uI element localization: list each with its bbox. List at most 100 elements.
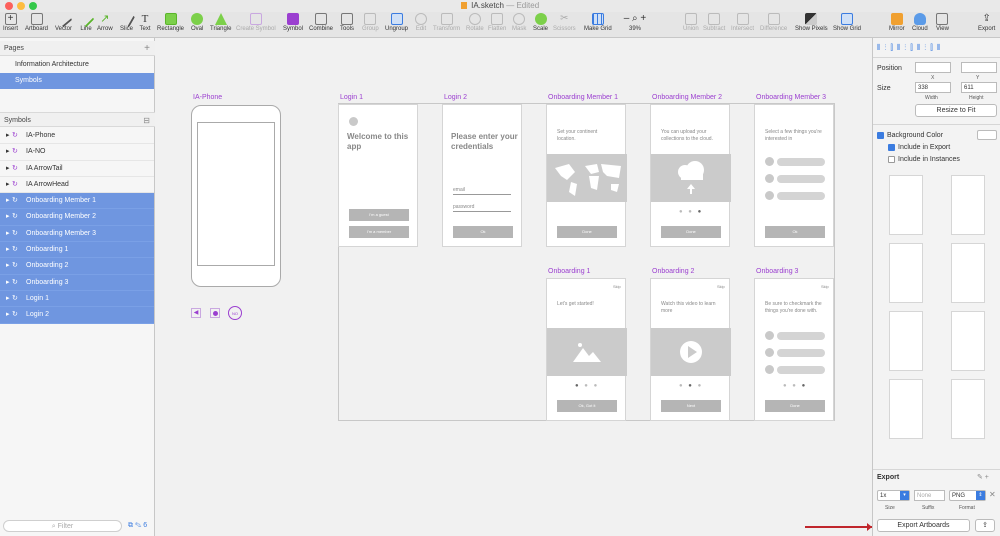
- collapse-icon[interactable]: ⊟: [143, 113, 150, 128]
- artboard-onboarding-member-2[interactable]: You can upload your collections to the c…: [650, 104, 731, 247]
- artboard-label-onboarding-member-2[interactable]: Onboarding Member 2: [652, 94, 722, 101]
- export-options[interactable]: ✎ +: [977, 473, 989, 481]
- artboard-label-onboarding-2[interactable]: Onboarding 2: [652, 268, 694, 275]
- arrow-button[interactable]: ↗ Arrow: [97, 13, 113, 32]
- rotate-button[interactable]: Rotate: [466, 13, 484, 32]
- email-field[interactable]: email: [453, 187, 511, 195]
- ungroup-button[interactable]: Ungroup: [385, 13, 408, 32]
- scale-button[interactable]: Scale: [533, 13, 548, 32]
- scale-select[interactable]: 1x ▾: [877, 490, 910, 501]
- suffix-field[interactable]: None: [914, 490, 945, 501]
- transform-button[interactable]: Transform: [433, 13, 460, 32]
- artboard-button[interactable]: Artboard: [25, 13, 48, 32]
- mask-button[interactable]: Mask: [512, 13, 526, 32]
- om1-done-button[interactable]: Done: [557, 226, 617, 238]
- scissors-button[interactable]: ✂ Scissors: [553, 13, 576, 32]
- symbol-item[interactable]: ▸ ↻ Onboarding Member 3: [0, 225, 154, 243]
- create-symbol-button[interactable]: Create Symbol: [236, 13, 276, 32]
- check-circle[interactable]: [765, 348, 774, 357]
- artboard-label-login-1[interactable]: Login 1: [340, 94, 363, 101]
- phone-symbol[interactable]: [191, 105, 281, 287]
- ob3-done-button[interactable]: Done: [765, 400, 825, 412]
- symbol-item[interactable]: ▸ ↻ IA ArrowHead: [0, 177, 154, 194]
- artboard-thumbnail[interactable]: [951, 311, 985, 371]
- background-color-checkbox[interactable]: [877, 132, 884, 139]
- show-grid-button[interactable]: Show Grid: [833, 13, 861, 32]
- height-field[interactable]: 611: [961, 82, 997, 93]
- ob1-got-it-button[interactable]: Ok, Got it: [557, 400, 617, 412]
- skip-link[interactable]: Skip: [613, 283, 621, 290]
- password-field[interactable]: password: [453, 204, 511, 212]
- artboard-onboarding-3[interactable]: Skip Be sure to checkmark the things you…: [754, 278, 834, 421]
- make-grid-button[interactable]: Make Grid: [584, 13, 612, 32]
- x-field[interactable]: [915, 62, 951, 73]
- check-circle[interactable]: [765, 331, 774, 340]
- show-pixels-button[interactable]: Show Pixels: [795, 13, 828, 32]
- include-instances-checkbox[interactable]: [888, 156, 895, 163]
- intersect-button[interactable]: Intersect: [731, 13, 754, 32]
- triangle-button[interactable]: Triangle: [210, 13, 231, 32]
- export-button[interactable]: ⇪ Export: [978, 13, 995, 32]
- difference-button[interactable]: Difference: [760, 13, 787, 32]
- artboard-label-login-2[interactable]: Login 2: [444, 94, 467, 101]
- skip-link[interactable]: Skip: [821, 283, 829, 290]
- ok-button[interactable]: Ok: [453, 226, 513, 238]
- ob2-next-button[interactable]: Next: [661, 400, 721, 412]
- mirror-button[interactable]: Mirror: [889, 13, 905, 32]
- artboard-onboarding-1[interactable]: Skip Let's get started! ● ● ● Ok, Got it: [546, 278, 627, 421]
- cloud-button[interactable]: Cloud: [912, 13, 928, 32]
- page-item-information-architecture[interactable]: Information Architecture: [0, 57, 154, 73]
- resize-to-fit-button[interactable]: Resize to Fit: [915, 104, 997, 117]
- option-circle[interactable]: [765, 191, 774, 200]
- vector-button[interactable]: Vector: [55, 10, 72, 32]
- artboard-thumbnail[interactable]: [951, 243, 985, 303]
- symbol-item[interactable]: ▸ ↻ Login 1: [0, 290, 154, 308]
- width-field[interactable]: 338: [915, 82, 951, 93]
- skip-link[interactable]: Skip: [717, 283, 725, 290]
- insert-button[interactable]: + Insert: [3, 13, 18, 32]
- line-button[interactable]: Line: [77, 10, 95, 32]
- artboard-label-onboarding-member-1[interactable]: Onboarding Member 1: [548, 94, 618, 101]
- artboard-thumbnail[interactable]: [889, 175, 923, 235]
- symbol-item[interactable]: ▸ ↻ Onboarding 1: [0, 242, 154, 259]
- group-button[interactable]: Group: [362, 13, 379, 32]
- om3-ok-button[interactable]: Ok: [765, 226, 825, 238]
- option-circle[interactable]: [765, 157, 774, 166]
- minimize-button[interactable]: [17, 2, 25, 10]
- check-circle[interactable]: [765, 365, 774, 374]
- symbol-item[interactable]: ▸ ↻ IA-Phone: [0, 128, 154, 145]
- artboard-thumbnail[interactable]: [889, 379, 923, 439]
- artboard-thumbnail[interactable]: [951, 379, 985, 439]
- artboard-label-onboarding-member-3[interactable]: Onboarding Member 3: [756, 94, 826, 101]
- artboard-onboarding-2[interactable]: Skip Watch this video to learn more ● ● …: [650, 278, 731, 421]
- artboard-label-onboarding-3[interactable]: Onboarding 3: [756, 268, 798, 275]
- symbol-item[interactable]: ▸ ↻ Onboarding 3: [0, 274, 154, 291]
- artboard-onboarding-member-3[interactable]: Select a few things you're interested in…: [754, 104, 834, 247]
- combine-button[interactable]: Combine: [309, 13, 333, 32]
- om2-done-button[interactable]: Done: [661, 226, 721, 238]
- add-page-icon[interactable]: +: [144, 41, 150, 56]
- slice-button[interactable]: Slice: [118, 10, 135, 32]
- option-circle[interactable]: [765, 174, 774, 183]
- artboard-thumbnail[interactable]: [889, 311, 923, 371]
- canvas[interactable]: IA-Phone ◀ NO Login 1 Welcome to this ap…: [155, 38, 872, 536]
- artboard-thumbnail[interactable]: [951, 175, 985, 235]
- rectangle-button[interactable]: Rectangle: [157, 13, 184, 32]
- member-button[interactable]: I'm a member: [349, 226, 409, 238]
- background-color-swatch[interactable]: [977, 130, 997, 140]
- symbol-item[interactable]: ▸ ↻ Onboarding Member 1: [0, 193, 154, 210]
- include-export-checkbox[interactable]: [888, 144, 895, 151]
- oval-button[interactable]: Oval: [191, 13, 203, 32]
- dot-symbol[interactable]: [210, 308, 220, 318]
- symbol-item[interactable]: ▸ ↻ Onboarding Member 2: [0, 209, 154, 226]
- subtract-button[interactable]: Subtract: [703, 13, 725, 32]
- artboard-onboarding-member-1[interactable]: Set your continent location. Done: [546, 104, 627, 247]
- text-button[interactable]: T Text: [139, 13, 151, 32]
- edit-button[interactable]: Edit: [415, 13, 427, 32]
- zoom-control[interactable]: – ⌕ +39%: [618, 13, 652, 32]
- symbol-button[interactable]: Symbol: [283, 13, 303, 32]
- symbol-item[interactable]: ▸ ↻ Onboarding 2: [0, 258, 154, 275]
- artboard-login-1[interactable]: Welcome to this app I'm a guest I'm a me…: [338, 104, 418, 247]
- export-artboards-button[interactable]: Export Artboards: [877, 519, 970, 532]
- no-symbol[interactable]: NO: [228, 306, 242, 320]
